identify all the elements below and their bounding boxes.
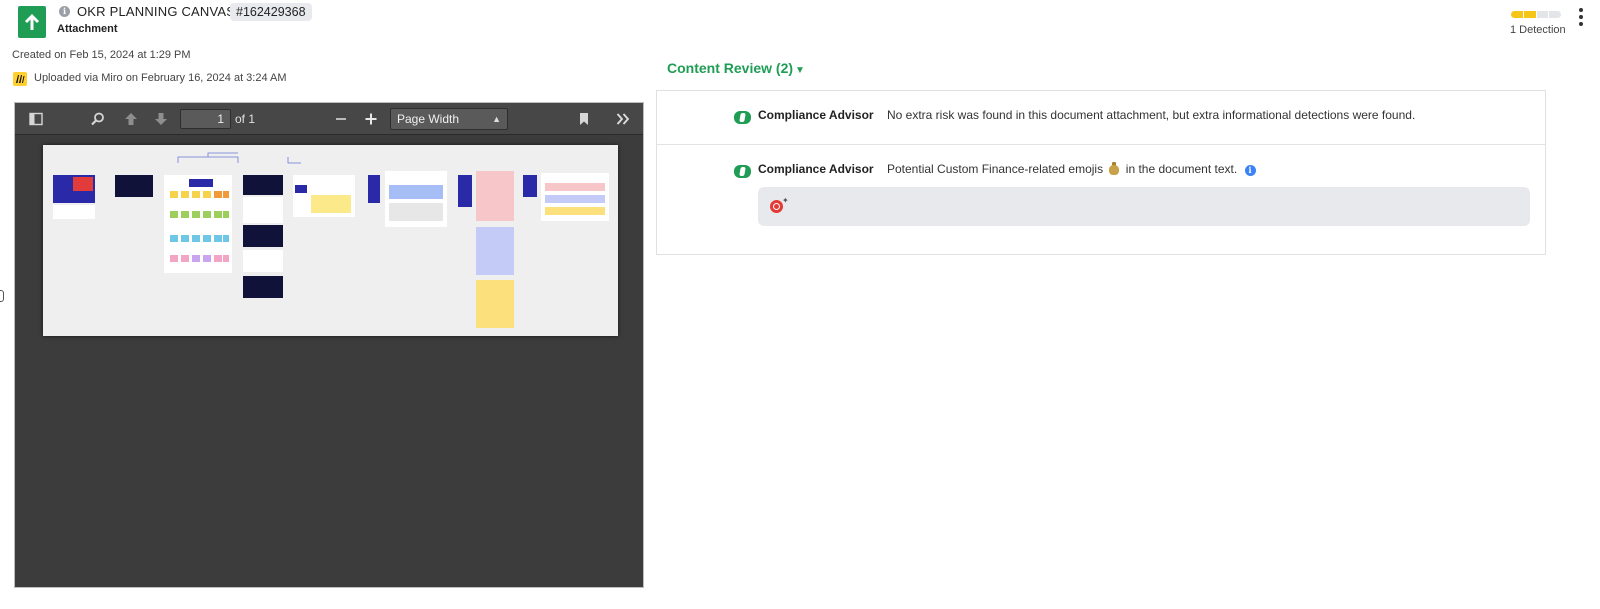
attachment-subtitle: Attachment	[57, 23, 118, 35]
detection-segment	[1536, 11, 1549, 18]
content-review-panel: Compliance Advisor No extra risk was fou…	[656, 90, 1546, 255]
id-badge[interactable]: #162429368	[230, 3, 312, 21]
advisor-message: Potential Custom Finance-related emojis …	[887, 162, 1256, 176]
review-row: Compliance Advisor Potential Custom Fina…	[657, 145, 1545, 255]
detection-segment	[1523, 11, 1536, 18]
detection-segment	[1549, 11, 1561, 18]
content-review-toggle[interactable]: Content Review (2) ▼	[667, 60, 805, 76]
zoom-in-icon[interactable]	[363, 111, 379, 127]
next-page-icon[interactable]	[153, 111, 169, 127]
zoom-select[interactable]: Page Width ▲	[390, 108, 508, 130]
info-icon[interactable]: i	[59, 6, 70, 17]
detection-segment	[1511, 11, 1523, 18]
zoom-out-icon[interactable]	[333, 111, 349, 127]
search-icon[interactable]	[90, 111, 106, 127]
info-icon[interactable]: i	[1244, 165, 1256, 176]
advisor-message: No extra risk was found in this document…	[887, 108, 1416, 122]
tools-expand-icon[interactable]	[615, 111, 631, 127]
previous-page-icon[interactable]	[123, 111, 139, 127]
uploaded-info: Uploaded via Miro on February 16, 2024 a…	[34, 72, 287, 84]
page-number-input[interactable]	[180, 109, 231, 129]
miro-logo-icon	[13, 72, 27, 86]
caret-down-icon: ▼	[795, 65, 805, 76]
page-title: OKR PLANNING CANVAS	[77, 4, 236, 19]
content-review-title: Content Review (2)	[667, 60, 794, 76]
advisor-name: Compliance Advisor	[758, 162, 874, 176]
advisor-name: Compliance Advisor	[758, 108, 874, 122]
left-panel-handle[interactable]	[0, 290, 4, 302]
message-text-after: in the document text.	[1125, 162, 1238, 176]
detection-count[interactable]: 1 Detection	[1510, 24, 1566, 36]
bookmark-icon[interactable]	[576, 111, 592, 127]
pdf-viewer[interactable]: of 1 Page Width ▲	[14, 102, 644, 588]
money-bag-icon	[1108, 162, 1120, 175]
attachment-type-icon	[18, 6, 46, 38]
page-count: of 1	[235, 112, 256, 126]
created-date: Created on Feb 15, 2024 at 1:29 PM	[12, 49, 191, 61]
sparkle-icon: ✦	[782, 196, 789, 205]
message-text-before: Potential Custom Finance-related emojis	[887, 162, 1104, 176]
zoom-select-value: Page Width	[397, 112, 460, 126]
detection-snippet: ✦	[758, 187, 1530, 226]
compliance-advisor-icon	[734, 165, 751, 178]
select-arrows-icon: ▲	[492, 114, 501, 124]
board-thumbnail-graphic	[53, 152, 609, 328]
pdf-page-thumbnail	[43, 145, 618, 336]
detection-level-bar	[1511, 11, 1561, 18]
review-row: Compliance Advisor No extra risk was fou…	[657, 91, 1545, 145]
arrow-up-icon	[25, 14, 39, 30]
pdf-toolbar: of 1 Page Width ▲	[15, 103, 643, 135]
sidebar-toggle-icon[interactable]	[28, 111, 44, 127]
compliance-advisor-icon	[734, 111, 751, 124]
more-options-icon[interactable]	[1578, 8, 1584, 26]
